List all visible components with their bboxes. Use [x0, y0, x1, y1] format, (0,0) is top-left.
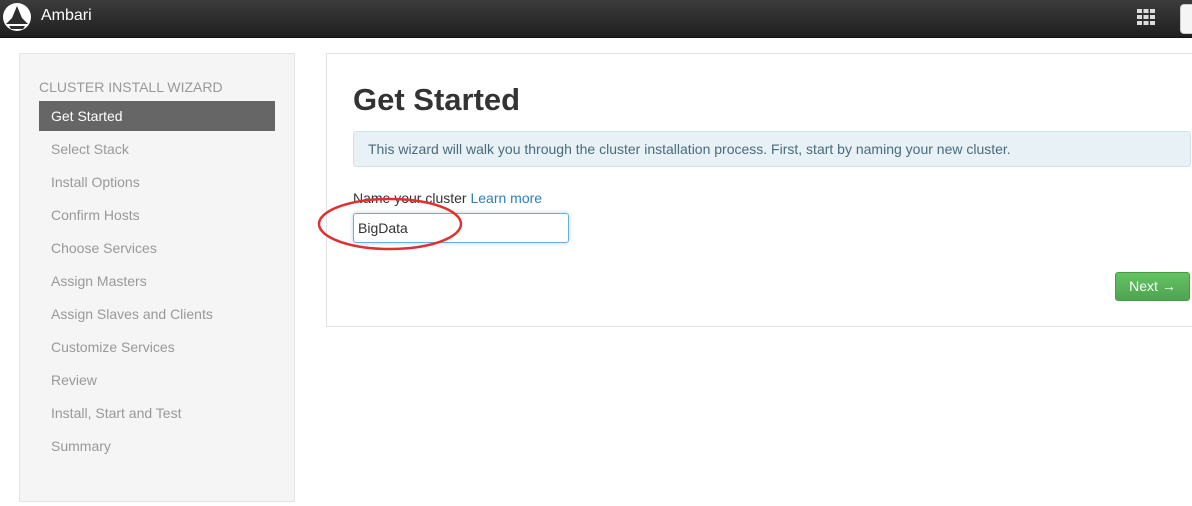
app-title[interactable]: Ambari	[41, 7, 92, 25]
top-navbar: Ambari	[0, 0, 1192, 38]
wizard-sidebar: CLUSTER INSTALL WIZARD Get Started Selec…	[19, 53, 295, 502]
learn-more-link[interactable]: Learn more	[470, 190, 542, 206]
sidebar-item-review[interactable]: Review	[39, 365, 275, 398]
sidebar-item-summary[interactable]: Summary	[39, 431, 275, 464]
field-label-text: Name your cluster	[353, 190, 467, 206]
page-title: Get Started	[353, 82, 521, 117]
user-menu-button[interactable]	[1180, 4, 1192, 34]
sidebar-item-install-start-and-test[interactable]: Install, Start and Test	[39, 398, 275, 431]
ambari-logo-icon[interactable]	[2, 2, 32, 32]
sidebar-item-confirm-hosts[interactable]: Confirm Hosts	[39, 200, 275, 233]
sidebar-item-select-stack[interactable]: Select Stack	[39, 134, 275, 167]
main-content-panel: Get Started This wizard will walk you th…	[326, 53, 1192, 327]
sidebar-item-install-options[interactable]: Install Options	[39, 167, 275, 200]
grid-icon[interactable]	[1137, 9, 1155, 25]
sidebar-header: CLUSTER INSTALL WIZARD	[39, 79, 223, 95]
alert-text: This wizard will walk you through the cl…	[368, 141, 1011, 157]
cluster-name-input[interactable]	[353, 213, 569, 243]
sidebar-item-get-started[interactable]: Get Started	[39, 101, 275, 131]
info-alert: This wizard will walk you through the cl…	[353, 131, 1191, 167]
sidebar-item-choose-services[interactable]: Choose Services	[39, 233, 275, 266]
cluster-name-label: Name your cluster Learn more	[353, 190, 542, 206]
wizard-steps-nav: Get Started Select Stack Install Options…	[39, 101, 275, 464]
sidebar-item-assign-masters[interactable]: Assign Masters	[39, 266, 275, 299]
next-button[interactable]: Next →	[1115, 272, 1190, 301]
sidebar-item-customize-services[interactable]: Customize Services	[39, 332, 275, 365]
sidebar-item-assign-slaves-and-clients[interactable]: Assign Slaves and Clients	[39, 299, 275, 332]
